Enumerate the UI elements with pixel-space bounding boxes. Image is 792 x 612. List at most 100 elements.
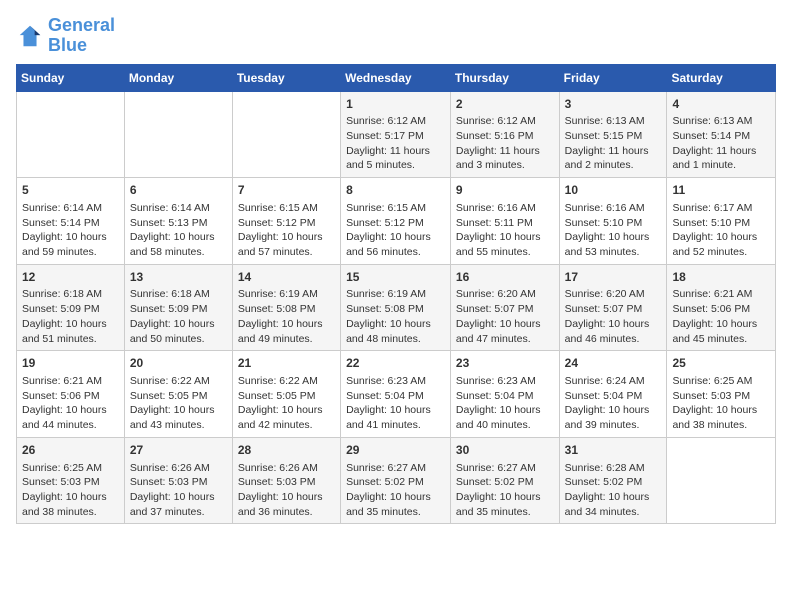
day-number: 5 — [22, 182, 119, 199]
day-number: 10 — [565, 182, 662, 199]
cell-text: Daylight: 10 hours — [130, 403, 227, 418]
cell-text: Daylight: 10 hours — [672, 317, 770, 332]
day-number: 6 — [130, 182, 227, 199]
cell-text: Sunset: 5:07 PM — [565, 302, 662, 317]
day-number: 9 — [456, 182, 554, 199]
cell-text: Sunset: 5:06 PM — [672, 302, 770, 317]
calendar-cell: 7Sunrise: 6:15 AMSunset: 5:12 PMDaylight… — [232, 178, 340, 265]
calendar-cell — [232, 91, 340, 178]
day-number: 3 — [565, 96, 662, 113]
calendar-cell: 10Sunrise: 6:16 AMSunset: 5:10 PMDayligh… — [559, 178, 667, 265]
cell-text: Sunrise: 6:15 AM — [238, 201, 335, 216]
cell-text: Daylight: 10 hours — [456, 230, 554, 245]
day-number: 13 — [130, 269, 227, 286]
cell-text: Sunset: 5:03 PM — [130, 475, 227, 490]
calendar-cell: 26Sunrise: 6:25 AMSunset: 5:03 PMDayligh… — [17, 437, 125, 524]
calendar-week-row: 1Sunrise: 6:12 AMSunset: 5:17 PMDaylight… — [17, 91, 776, 178]
col-header-thursday: Thursday — [450, 64, 559, 91]
day-number: 27 — [130, 442, 227, 459]
logo: General Blue — [16, 16, 115, 56]
cell-text: Sunrise: 6:16 AM — [456, 201, 554, 216]
calendar-cell: 16Sunrise: 6:20 AMSunset: 5:07 PMDayligh… — [450, 264, 559, 351]
calendar-cell — [124, 91, 232, 178]
cell-text: Daylight: 10 hours — [130, 317, 227, 332]
cell-text: and 35 minutes. — [346, 505, 445, 520]
col-header-monday: Monday — [124, 64, 232, 91]
cell-text: Daylight: 10 hours — [456, 490, 554, 505]
calendar-cell: 25Sunrise: 6:25 AMSunset: 5:03 PMDayligh… — [667, 351, 776, 438]
day-number: 21 — [238, 355, 335, 372]
calendar-header-row: SundayMondayTuesdayWednesdayThursdayFrid… — [17, 64, 776, 91]
cell-text: Daylight: 10 hours — [130, 490, 227, 505]
calendar-table: SundayMondayTuesdayWednesdayThursdayFrid… — [16, 64, 776, 525]
cell-text: Daylight: 10 hours — [346, 490, 445, 505]
day-number: 25 — [672, 355, 770, 372]
day-number: 16 — [456, 269, 554, 286]
cell-text: Sunset: 5:03 PM — [22, 475, 119, 490]
logo-text: General Blue — [48, 16, 115, 56]
cell-text: and 46 minutes. — [565, 332, 662, 347]
day-number: 24 — [565, 355, 662, 372]
calendar-cell: 9 Sunrise: 6:16 AMSunset: 5:11 PMDaylight… — [450, 178, 559, 265]
cell-text: and 35 minutes. — [456, 505, 554, 520]
cell-text: and 55 minutes. — [456, 245, 554, 260]
cell-text: Daylight: 11 hours — [456, 144, 554, 159]
cell-text: Sunrise: 6:20 AM — [456, 287, 554, 302]
cell-text: Sunrise: 6:20 AM — [565, 287, 662, 302]
cell-text: Sunset: 5:11 PM — [456, 216, 554, 231]
cell-text: Sunset: 5:07 PM — [456, 302, 554, 317]
cell-text: Sunrise: 6:13 AM — [672, 114, 770, 129]
cell-text: Sunrise: 6:26 AM — [238, 461, 335, 476]
cell-text: Sunrise: 6:17 AM — [672, 201, 770, 216]
calendar-week-row: 5Sunrise: 6:14 AMSunset: 5:14 PMDaylight… — [17, 178, 776, 265]
day-number: 11 — [672, 182, 770, 199]
cell-text: Daylight: 11 hours — [346, 144, 445, 159]
cell-text: and 57 minutes. — [238, 245, 335, 260]
cell-text: Sunrise: 6:19 AM — [238, 287, 335, 302]
day-number: 15 — [346, 269, 445, 286]
calendar-cell: 30Sunrise: 6:27 AMSunset: 5:02 PMDayligh… — [450, 437, 559, 524]
day-number: 31 — [565, 442, 662, 459]
calendar-week-row: 19Sunrise: 6:21 AMSunset: 5:06 PMDayligh… — [17, 351, 776, 438]
day-number: 30 — [456, 442, 554, 459]
cell-text: Daylight: 10 hours — [672, 403, 770, 418]
cell-text: Sunrise: 6:18 AM — [22, 287, 119, 302]
cell-text: Daylight: 10 hours — [22, 317, 119, 332]
cell-text: Sunrise: 6:23 AM — [346, 374, 445, 389]
cell-text: Daylight: 10 hours — [346, 230, 445, 245]
cell-text: Sunrise: 6:13 AM — [565, 114, 662, 129]
day-number: 2 — [456, 96, 554, 113]
cell-text: Sunrise: 6:27 AM — [456, 461, 554, 476]
day-number: 29 — [346, 442, 445, 459]
calendar-cell: 23Sunrise: 6:23 AMSunset: 5:04 PMDayligh… — [450, 351, 559, 438]
calendar-cell: 4Sunrise: 6:13 AMSunset: 5:14 PMDaylight… — [667, 91, 776, 178]
cell-text: and 52 minutes. — [672, 245, 770, 260]
day-number: 1 — [346, 96, 445, 113]
cell-text: Sunrise: 6:19 AM — [346, 287, 445, 302]
day-number: 19 — [22, 355, 119, 372]
cell-text: Daylight: 10 hours — [238, 317, 335, 332]
cell-text: Daylight: 10 hours — [22, 403, 119, 418]
cell-text: Daylight: 10 hours — [346, 317, 445, 332]
calendar-cell — [667, 437, 776, 524]
calendar-cell: 21Sunrise: 6:22 AMSunset: 5:05 PMDayligh… — [232, 351, 340, 438]
calendar-cell: 13Sunrise: 6:18 AMSunset: 5:09 PMDayligh… — [124, 264, 232, 351]
day-number: 20 — [130, 355, 227, 372]
cell-text: and 59 minutes. — [22, 245, 119, 260]
cell-text: Daylight: 10 hours — [456, 317, 554, 332]
cell-text: Sunset: 5:04 PM — [346, 389, 445, 404]
col-header-tuesday: Tuesday — [232, 64, 340, 91]
cell-text: Daylight: 10 hours — [238, 230, 335, 245]
cell-text: Sunrise: 6:18 AM — [130, 287, 227, 302]
calendar-cell: 28Sunrise: 6:26 AMSunset: 5:03 PMDayligh… — [232, 437, 340, 524]
calendar-cell: 18Sunrise: 6:21 AMSunset: 5:06 PMDayligh… — [667, 264, 776, 351]
col-header-saturday: Saturday — [667, 64, 776, 91]
cell-text: Sunset: 5:08 PM — [238, 302, 335, 317]
day-number: 4 — [672, 96, 770, 113]
cell-text: and 47 minutes. — [456, 332, 554, 347]
calendar-cell: 1Sunrise: 6:12 AMSunset: 5:17 PMDaylight… — [341, 91, 451, 178]
calendar-cell — [17, 91, 125, 178]
calendar-week-row: 26Sunrise: 6:25 AMSunset: 5:03 PMDayligh… — [17, 437, 776, 524]
calendar-cell: 27Sunrise: 6:26 AMSunset: 5:03 PMDayligh… — [124, 437, 232, 524]
cell-text: and 48 minutes. — [346, 332, 445, 347]
